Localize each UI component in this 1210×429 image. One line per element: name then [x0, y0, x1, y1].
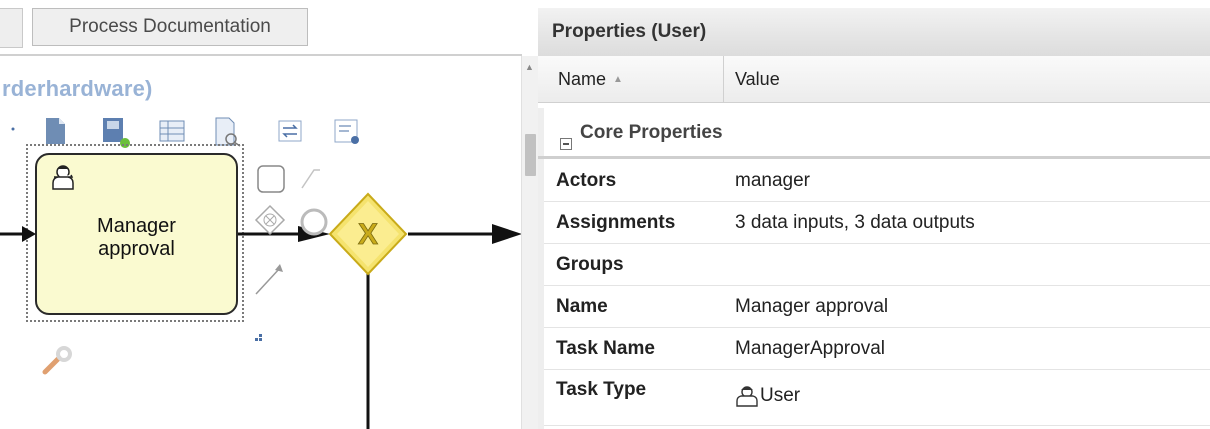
sequence-flows — [0, 165, 522, 429]
group-label: Core Properties — [580, 122, 723, 143]
task-shape-icon[interactable] — [257, 165, 285, 193]
column-headers: Name ▲ Value — [538, 56, 1210, 103]
property-key: Task Type — [556, 379, 647, 400]
property-value[interactable]: User — [735, 385, 800, 407]
resize-handle[interactable] — [255, 334, 262, 341]
gateway-symbol: X — [358, 218, 378, 251]
property-key: Groups — [556, 254, 624, 275]
property-value[interactable]: ManagerApproval — [735, 338, 885, 360]
arrow-icon[interactable] — [255, 264, 283, 295]
name-column-header[interactable]: Name ▲ — [544, 56, 724, 102]
property-row-assignments[interactable]: Assignments 3 data inputs, 3 data output… — [544, 201, 1210, 244]
property-key: Assignments — [556, 212, 676, 233]
property-row-task-name[interactable]: Task Name ManagerApproval — [544, 327, 1210, 370]
task-type-label: User — [760, 385, 801, 406]
sort-ascending-icon: ▲ — [613, 73, 623, 85]
connector-icon[interactable] — [301, 169, 320, 189]
user-icon — [736, 386, 758, 407]
property-key: Name — [556, 296, 608, 317]
vertical-scrollbar[interactable]: ▲ — [521, 56, 538, 429]
property-key: Task Name — [556, 338, 655, 359]
property-key: Actors — [556, 170, 617, 191]
value-column-header[interactable]: Value — [724, 56, 780, 102]
property-value[interactable]: 3 data inputs, 3 data outputs — [735, 212, 975, 234]
property-row-task-type[interactable]: Task Type User — [544, 369, 1210, 426]
property-row-actors[interactable]: Actors manager — [544, 159, 1210, 202]
gateway-icon[interactable] — [254, 204, 286, 236]
incoming-flow[interactable] — [0, 226, 36, 242]
property-value[interactable]: Manager approval — [735, 296, 888, 318]
panel-header: Properties (User) — [538, 8, 1210, 57]
wrench-icon[interactable] — [42, 346, 72, 375]
name-column-label: Name — [558, 68, 607, 89]
event-icon[interactable] — [300, 208, 328, 236]
properties-panel: Properties (User) Name ▲ Value Core Prop… — [538, 0, 1210, 429]
collapse-icon[interactable] — [560, 138, 572, 150]
property-row-name[interactable]: Name Manager approval — [544, 285, 1210, 328]
property-row-groups[interactable]: Groups — [544, 243, 1210, 286]
scroll-thumb[interactable] — [525, 134, 536, 176]
property-value[interactable]: manager — [735, 170, 810, 192]
exclusive-gateway[interactable]: X — [328, 192, 408, 276]
scroll-up-arrow[interactable]: ▲ — [525, 62, 534, 72]
process-canvas[interactable]: Process Documentation rderhardware) Mana… — [0, 0, 538, 429]
gateway-outgoing-flow[interactable] — [408, 224, 522, 244]
panel-title: Properties (User) — [552, 21, 707, 42]
value-column-label: Value — [735, 68, 780, 89]
